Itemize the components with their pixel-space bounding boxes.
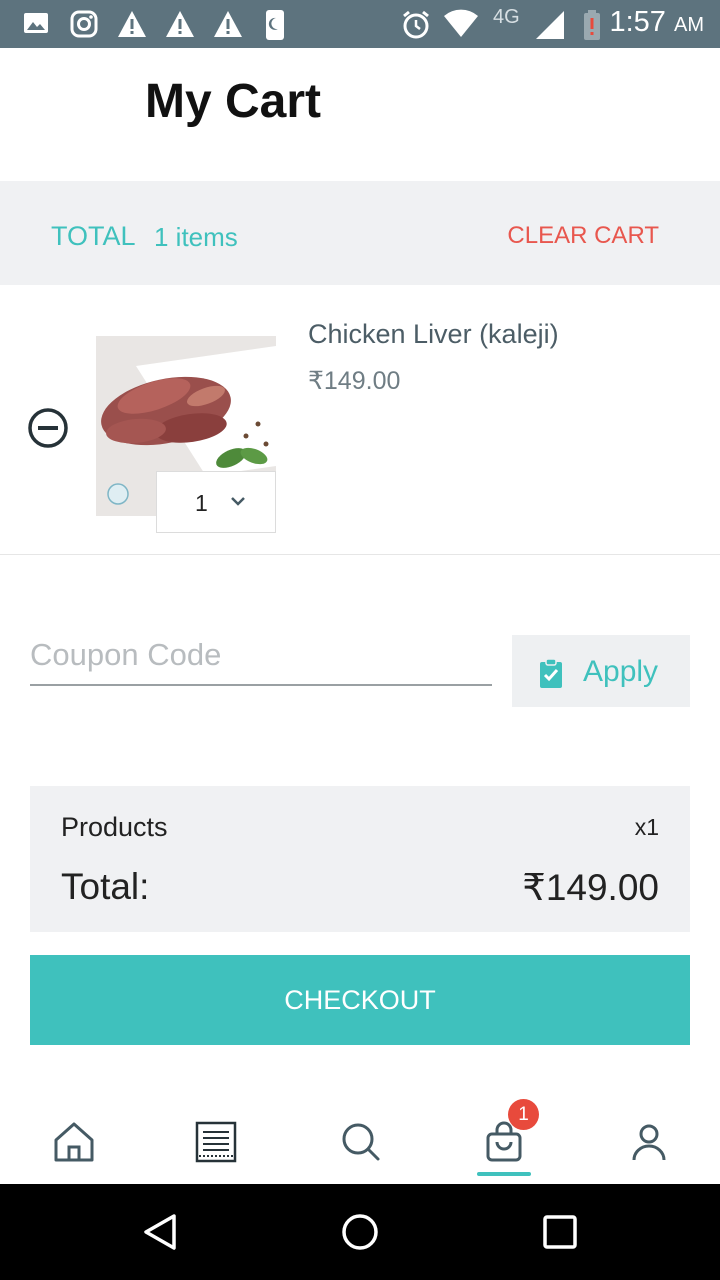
active-tab-indicator	[477, 1172, 531, 1176]
cart-screen: 4G 1:57 AM My Cart TOTAL 1 items CLEAR C…	[0, 0, 720, 1280]
chevron-down-icon	[231, 497, 245, 506]
apply-label: Apply	[583, 655, 659, 688]
clock-time: 1:57	[609, 6, 666, 38]
warning-icon	[118, 11, 146, 37]
image-icon	[24, 13, 48, 33]
signal-icon	[536, 11, 564, 39]
cart-item: Chicken Liver (kaleji) ₹149.00 1	[0, 285, 720, 555]
clear-cart-button[interactable]: CLEAR CART	[507, 222, 659, 250]
home-circle-icon[interactable]	[340, 1212, 380, 1252]
profile-icon	[632, 1124, 666, 1161]
total-amount: ₹149.00	[522, 867, 659, 908]
back-icon[interactable]	[140, 1212, 180, 1252]
apply-coupon-button[interactable]: Apply	[512, 635, 690, 707]
warning-icon	[166, 11, 194, 37]
quantity-value: 1	[195, 490, 208, 516]
wifi-icon	[444, 9, 478, 37]
phone-icon	[266, 10, 284, 40]
nav-profile[interactable]	[619, 1112, 679, 1172]
cart-badge: 1	[508, 1099, 539, 1130]
total-label: Total:	[61, 866, 150, 907]
recents-icon[interactable]	[540, 1212, 580, 1252]
nav-catalog[interactable]	[186, 1112, 246, 1172]
status-bar: 4G 1:57 AM	[0, 0, 720, 48]
cart-summary-bar: TOTAL 1 items CLEAR CART	[0, 181, 720, 285]
search-icon	[342, 1123, 380, 1161]
items-count: 1 items	[154, 222, 238, 252]
warning-icon	[214, 11, 242, 37]
nav-home[interactable]	[44, 1112, 104, 1172]
minus-circle-icon	[28, 408, 68, 448]
battery-low-icon	[584, 10, 600, 40]
home-icon	[54, 1122, 94, 1162]
instagram-icon	[70, 10, 98, 38]
alarm-icon	[403, 10, 429, 39]
nav-search[interactable]	[331, 1112, 391, 1172]
quantity-select[interactable]: 1	[156, 471, 276, 533]
product-price: ₹149.00	[308, 367, 401, 395]
coupon-code-input[interactable]	[30, 625, 492, 686]
product-name[interactable]: Chicken Liver (kaleji)	[308, 319, 559, 350]
page-title: My Cart	[145, 75, 322, 128]
network-type: 4G	[493, 6, 520, 28]
remove-item-button[interactable]	[27, 407, 69, 449]
order-totals: Products x1 Total: ₹149.00	[30, 786, 690, 932]
bottom-navigation	[0, 1090, 720, 1184]
total-label: TOTAL	[51, 221, 136, 251]
system-navigation-bar	[0, 1184, 720, 1280]
catalog-icon	[195, 1121, 237, 1163]
clipboard-check-icon	[540, 658, 562, 688]
products-label: Products	[61, 812, 168, 842]
products-quantity: x1	[634, 814, 659, 840]
clock-ampm: AM	[674, 14, 704, 36]
checkout-button[interactable]: CHECKOUT	[30, 955, 690, 1045]
clock: 1:57 AM	[609, 6, 704, 39]
